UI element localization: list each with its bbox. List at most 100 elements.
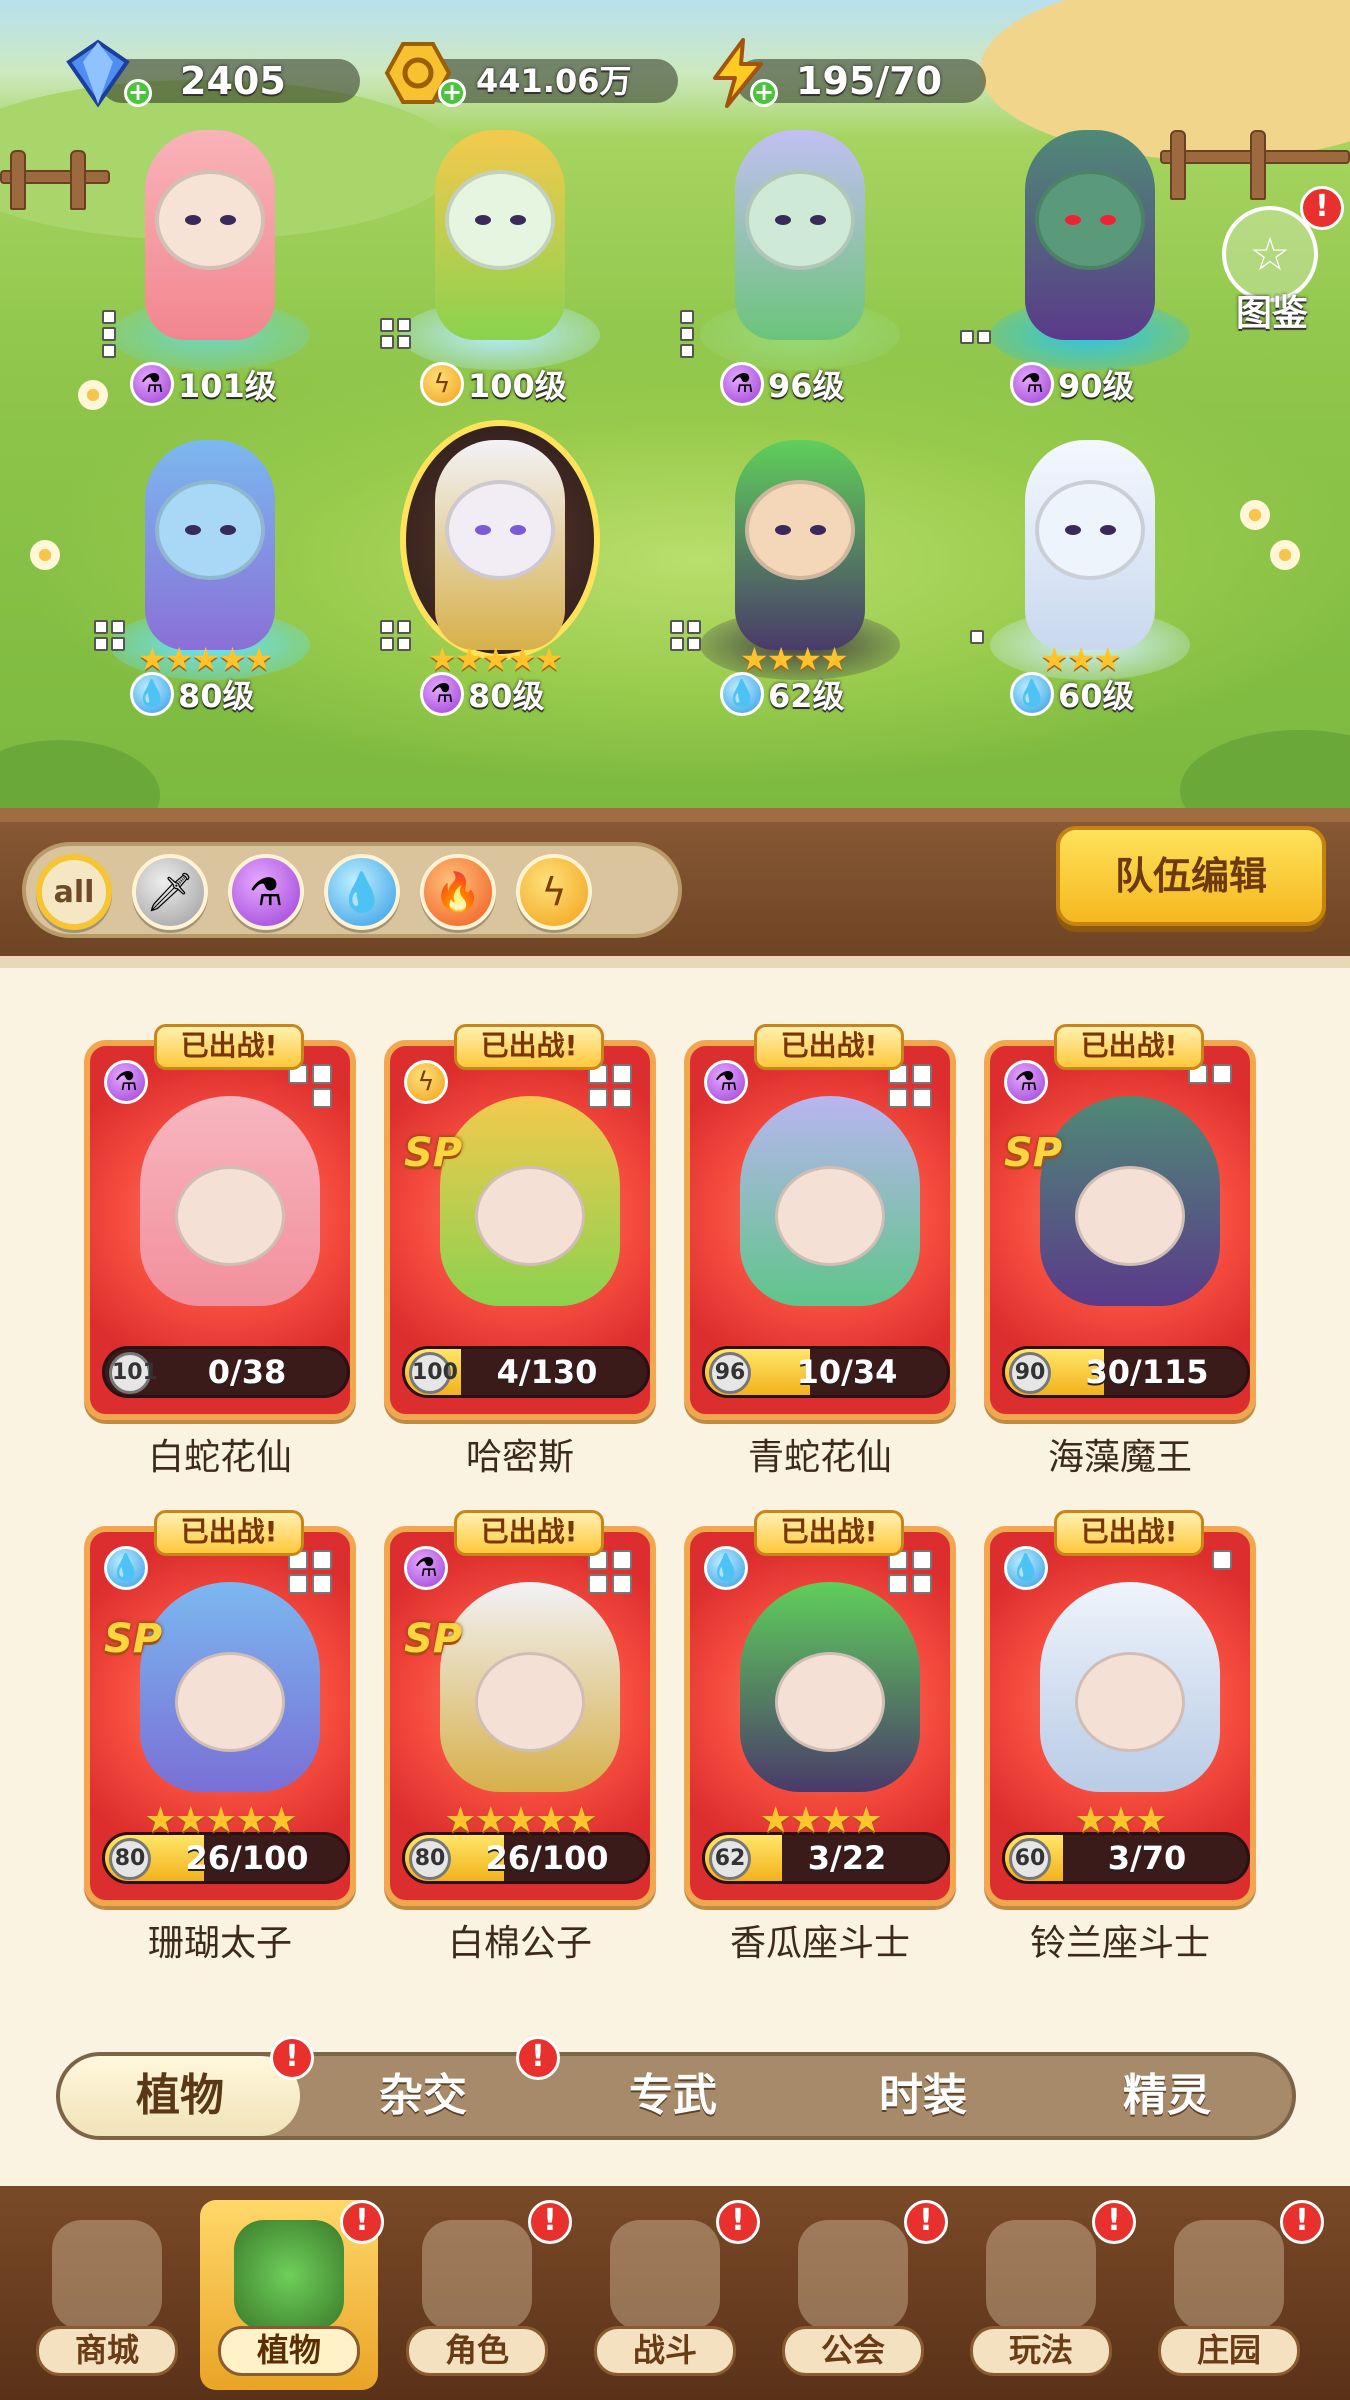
tab-plants[interactable]: 植物 bbox=[60, 2056, 300, 2136]
nav-manor-label: 庄园 bbox=[1158, 2326, 1300, 2376]
nav-battle[interactable]: 战斗 ! bbox=[576, 2200, 760, 2390]
tab-spirit[interactable]: 精灵 bbox=[1052, 2056, 1282, 2136]
formation-slot-6[interactable]: ★★★★★ ⚗ 80级 bbox=[380, 420, 610, 720]
card-level: 100 bbox=[409, 1352, 458, 1394]
filter-water-drop-icon[interactable]: 💧 bbox=[324, 854, 400, 930]
card-grade-icon bbox=[882, 1064, 932, 1108]
slot-grade-icon bbox=[960, 330, 996, 344]
bush bbox=[0, 740, 160, 810]
codex-alert-badge: ! bbox=[1300, 186, 1344, 230]
hero-head bbox=[155, 480, 265, 580]
nav-manor-alert-badge: ! bbox=[1280, 2200, 1324, 2244]
plant-name: 珊瑚太子 bbox=[147, 1923, 292, 1964]
nav-plants-label: 植物 bbox=[218, 2326, 360, 2376]
gold-counter[interactable]: + 441.06万 bbox=[380, 35, 680, 107]
flower bbox=[30, 540, 60, 570]
card-grade-icon bbox=[882, 1550, 932, 1594]
formation-slot-5[interactable]: ★★★★★ 💧 80级 bbox=[94, 440, 320, 720]
nav-plants[interactable]: 植物 ! bbox=[200, 2200, 384, 2390]
flower bbox=[1270, 540, 1300, 570]
shard-progress-text: 30/115 bbox=[1085, 1353, 1209, 1391]
gameplay-icon bbox=[986, 2220, 1096, 2330]
nav-character[interactable]: 角色 ! bbox=[388, 2200, 572, 2390]
hero-eye bbox=[1065, 525, 1081, 535]
water-drop-icon: 💧 bbox=[130, 672, 174, 716]
plant-card[interactable]: 已出战! ⚗ SP ★★★★★ 80 26/100 白棉公子 bbox=[384, 1510, 656, 1964]
guild-castle-icon bbox=[798, 2220, 908, 2330]
shard-progress-bar: 96 10/34 bbox=[702, 1346, 950, 1398]
filter-lightning-icon[interactable]: ϟ bbox=[516, 854, 592, 930]
plant-card[interactable]: 已出战! ⚗ SP 90 30/115 海藻魔王 bbox=[984, 1024, 1256, 1478]
tab-hybrid[interactable]: 杂交 bbox=[308, 2056, 538, 2136]
gems-counter[interactable]: + 2405 bbox=[60, 35, 360, 108]
formation-slot-2[interactable]: ϟ 100级 bbox=[380, 130, 610, 410]
card-face: ⚗ SP ★★★★★ 80 26/100 bbox=[384, 1526, 656, 1906]
hero-eye bbox=[1100, 525, 1116, 535]
formation-slot-8[interactable]: ★★★ 💧 60级 bbox=[970, 440, 1200, 720]
nav-plants-alert-badge: ! bbox=[340, 2200, 384, 2244]
hero-level: 90级 bbox=[1058, 367, 1135, 405]
hero-head bbox=[745, 480, 855, 580]
plants-screen: { "currencies": { "gems": "2405", "gold"… bbox=[0, 0, 1350, 2400]
codex-button[interactable]: ☆ 图鉴 ! bbox=[1212, 186, 1344, 336]
nav-guild-label: 公会 bbox=[782, 2326, 924, 2376]
hero-eye bbox=[810, 215, 826, 225]
nav-shop-label: 商城 bbox=[36, 2326, 178, 2376]
nav-battle-alert-badge: ! bbox=[716, 2200, 760, 2244]
formation-slot-3[interactable]: ⚗ 96级 bbox=[680, 130, 910, 410]
shard-progress-text: 26/100 bbox=[485, 1839, 609, 1877]
nav-gameplay-alert-badge: ! bbox=[1092, 2200, 1136, 2244]
add-energy-icon[interactable]: + bbox=[750, 79, 778, 107]
deployed-tag: 已出战! bbox=[454, 1510, 604, 1556]
add-gold-icon[interactable]: + bbox=[438, 79, 466, 107]
plant-face bbox=[475, 1166, 585, 1266]
tab-hybrid-alert-badge: ! bbox=[516, 2036, 560, 2080]
tab-exclusive-weapon[interactable]: 专武 bbox=[558, 2056, 788, 2136]
energy-counter[interactable]: + 195/70 bbox=[700, 35, 1000, 108]
hero-eye bbox=[510, 215, 526, 225]
filter-purple-potion-icon[interactable]: ⚗ bbox=[228, 854, 304, 930]
plant-card[interactable]: 已出战! 💧 ★★★★ 62 3/22 香瓜座斗士 bbox=[684, 1510, 956, 1964]
formation-slot-1[interactable]: ⚗ 101级 bbox=[100, 130, 320, 410]
water-drop-icon: 💧 bbox=[1010, 672, 1054, 716]
plant-card[interactable]: 已出战! ⚗ 101 0/38 白蛇花仙 bbox=[84, 1024, 356, 1478]
nav-manor[interactable]: 庄园 ! bbox=[1140, 2200, 1324, 2390]
hero-eye bbox=[220, 215, 236, 225]
hero-level: 101级 bbox=[178, 367, 277, 405]
plant-card[interactable]: 已出战! 💧 ★★★ 60 3/70 铃兰座斗士 bbox=[984, 1510, 1256, 1964]
nav-shop[interactable]: 商城 bbox=[18, 2200, 196, 2390]
tab-costume[interactable]: 时装 bbox=[808, 2056, 1038, 2136]
filter-sword-icon[interactable]: 🗡 bbox=[132, 854, 208, 930]
nav-gameplay[interactable]: 玩法 ! bbox=[952, 2200, 1136, 2390]
card-face: ϟ SP 100 4/130 bbox=[384, 1040, 656, 1420]
hero-level: 60级 bbox=[1058, 677, 1135, 715]
water-drop-icon: 💧 bbox=[720, 672, 764, 716]
filter-all[interactable]: all bbox=[36, 854, 112, 930]
shard-progress-bar: 100 4/130 bbox=[402, 1346, 650, 1398]
filter-track: all 🗡 ⚗ 💧 🔥 ϟ bbox=[22, 842, 682, 938]
hero-eye bbox=[185, 215, 201, 225]
nav-character-label: 角色 bbox=[406, 2326, 548, 2376]
plant-card[interactable]: 已出战! ⚗ 96 10/34 青蛇花仙 bbox=[684, 1024, 956, 1478]
plant-card[interactable]: 已出战! ϟ SP 100 4/130 哈密斯 bbox=[384, 1024, 656, 1478]
nav-gameplay-label: 玩法 bbox=[970, 2326, 1112, 2376]
bottom-navigation: 商城 植物 ! 角色 ! 战斗 ! 公会 ! 玩法 ! 庄园 ! bbox=[0, 2186, 1350, 2400]
plant-card[interactable]: 已出战! 💧 SP ★★★★★ 80 26/100 珊瑚太子 bbox=[84, 1510, 356, 1964]
sp-badge: SP bbox=[1004, 1130, 1063, 1176]
shard-progress-text: 4/130 bbox=[496, 1353, 598, 1391]
purple-potion-icon: ⚗ bbox=[704, 1060, 748, 1104]
formation-slot-4[interactable]: ⚗ 90级 bbox=[960, 130, 1200, 410]
shard-progress-text: 3/22 bbox=[807, 1839, 887, 1877]
shard-progress-bar: 80 26/100 bbox=[102, 1832, 350, 1884]
filter-fire-icon[interactable]: 🔥 bbox=[420, 854, 496, 930]
nav-guild[interactable]: 公会 ! bbox=[764, 2200, 948, 2390]
shard-progress-bar: 80 26/100 bbox=[402, 1832, 650, 1884]
hero-level-box: ⚗ 101级 bbox=[130, 362, 290, 406]
card-level: 80 bbox=[409, 1838, 451, 1880]
formation-slot-7[interactable]: ★★★★ 💧 62级 bbox=[670, 440, 910, 720]
add-gems-icon[interactable]: + bbox=[124, 79, 152, 107]
team-edit-button[interactable]: 队伍编辑 bbox=[1056, 826, 1326, 926]
deployed-tag: 已出战! bbox=[1054, 1024, 1204, 1070]
hero-eye bbox=[775, 525, 791, 535]
hero-level: 62级 bbox=[768, 677, 845, 715]
